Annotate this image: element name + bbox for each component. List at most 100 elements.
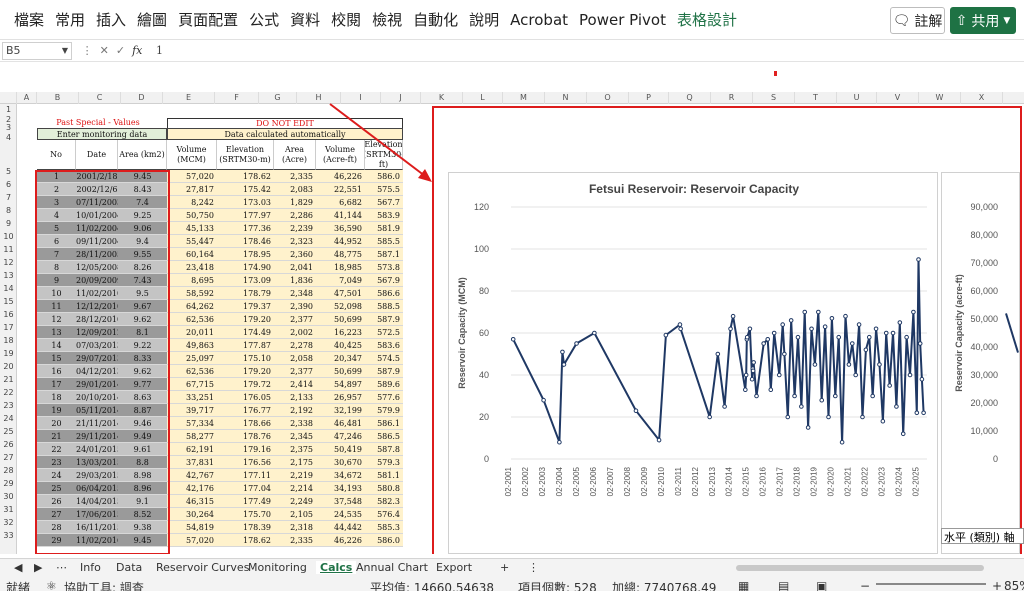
table-cell[interactable]: 8,242: [167, 196, 217, 209]
table-cell[interactable]: 582.3: [365, 495, 403, 508]
table-cell[interactable]: 2,323: [274, 235, 316, 248]
table-cell[interactable]: 50,419: [316, 443, 365, 456]
row-header[interactable]: 6: [0, 179, 17, 191]
column-header[interactable]: B: [37, 92, 79, 104]
row-header[interactable]: 19: [0, 348, 17, 360]
table-cell[interactable]: 46,315: [167, 495, 217, 508]
row-header[interactable]: 10: [0, 231, 17, 243]
page-break-view-icon[interactable]: ▣: [816, 579, 827, 591]
table-cell[interactable]: 587.8: [365, 443, 403, 456]
row-header[interactable]: 30: [0, 491, 17, 503]
row-header[interactable]: 8: [0, 205, 17, 217]
column-header[interactable]: V: [877, 92, 919, 104]
table-cell[interactable]: 2,105: [274, 508, 316, 521]
table-cell[interactable]: 576.4: [365, 508, 403, 521]
normal-view-icon[interactable]: ▦: [738, 579, 749, 591]
table-cell[interactable]: 586.0: [365, 534, 403, 547]
table-cell[interactable]: 2,414: [274, 378, 316, 391]
column-header[interactable]: U: [837, 92, 877, 104]
table-cell[interactable]: 583.6: [365, 339, 403, 352]
table-cell[interactable]: 178.62: [217, 170, 274, 183]
table-cell[interactable]: 37,548: [316, 495, 365, 508]
column-header[interactable]: H: [297, 92, 341, 104]
table-cell[interactable]: 47,501: [316, 287, 365, 300]
tab-insert[interactable]: 插入: [96, 9, 126, 30]
column-header[interactable]: O: [587, 92, 629, 104]
tab-home[interactable]: 常用: [55, 9, 85, 30]
table-cell[interactable]: 575.5: [365, 183, 403, 196]
table-cell[interactable]: 50,699: [316, 313, 365, 326]
column-header[interactable]: I: [341, 92, 381, 104]
capacity-chart-secondary[interactable]: 90,000 80,000 70,000 60,000 50,000 40,000 30,0…: [941, 172, 1020, 554]
table-cell[interactable]: 2,360: [274, 248, 316, 261]
table-cell[interactable]: 579.3: [365, 456, 403, 469]
row-header[interactable]: 12: [0, 257, 17, 269]
table-cell[interactable]: 2,002: [274, 326, 316, 339]
table-cell[interactable]: 44,442: [316, 521, 365, 534]
table-cell[interactable]: 2,239: [274, 222, 316, 235]
tab-help[interactable]: 說明: [469, 9, 499, 30]
table-cell[interactable]: 44,952: [316, 235, 365, 248]
tab-acrobat[interactable]: Acrobat: [510, 11, 568, 29]
table-cell[interactable]: 178.79: [217, 287, 274, 300]
table-cell[interactable]: 7,049: [316, 274, 365, 287]
table-cell[interactable]: 37,831: [167, 456, 217, 469]
table-cell[interactable]: 48,775: [316, 248, 365, 261]
table-cell[interactable]: 55,447: [167, 235, 217, 248]
table-cell[interactable]: 24,535: [316, 508, 365, 521]
sheet-tab-annual-chart[interactable]: Annual Chart: [356, 561, 428, 574]
table-cell[interactable]: 62,191: [167, 443, 217, 456]
table-cell[interactable]: 36,590: [316, 222, 365, 235]
table-cell[interactable]: 67,715: [167, 378, 217, 391]
table-cell[interactable]: 26,957: [316, 391, 365, 404]
table-cell[interactable]: 32,199: [316, 404, 365, 417]
table-cell[interactable]: 46,226: [316, 534, 365, 547]
column-header[interactable]: J: [381, 92, 421, 104]
table-cell[interactable]: 62,536: [167, 313, 217, 326]
table-cell[interactable]: 574.5: [365, 352, 403, 365]
table-cell[interactable]: 2,335: [274, 534, 316, 547]
table-cell[interactable]: 2,338: [274, 417, 316, 430]
row-header[interactable]: 21: [0, 374, 17, 386]
table-cell[interactable]: 1,836: [274, 274, 316, 287]
table-cell[interactable]: 583.9: [365, 209, 403, 222]
table-cell[interactable]: 64,262: [167, 300, 217, 313]
table-cell[interactable]: 2,278: [274, 339, 316, 352]
table-cell[interactable]: 8,695: [167, 274, 217, 287]
column-header[interactable]: L: [463, 92, 503, 104]
table-cell[interactable]: 178.95: [217, 248, 274, 261]
sheet-tab-export[interactable]: Export: [436, 561, 472, 574]
row-header[interactable]: 7: [0, 192, 17, 204]
table-cell[interactable]: 52,098: [316, 300, 365, 313]
tab-view[interactable]: 檢視: [372, 9, 402, 30]
table-cell[interactable]: 34,193: [316, 482, 365, 495]
row-header[interactable]: 16: [0, 309, 17, 321]
table-cell[interactable]: 179.72: [217, 378, 274, 391]
table-cell[interactable]: 33,251: [167, 391, 217, 404]
table-cell[interactable]: 586.1: [365, 417, 403, 430]
row-header[interactable]: 20: [0, 361, 17, 373]
table-cell[interactable]: 2,175: [274, 456, 316, 469]
table-cell[interactable]: 50,699: [316, 365, 365, 378]
table-cell[interactable]: 2,214: [274, 482, 316, 495]
table-cell[interactable]: 54,897: [316, 378, 365, 391]
table-cell[interactable]: 179.37: [217, 300, 274, 313]
row-header[interactable]: 24: [0, 413, 17, 425]
table-cell[interactable]: 62,536: [167, 365, 217, 378]
table-cell[interactable]: 58,277: [167, 430, 217, 443]
column-header[interactable]: X: [961, 92, 1003, 104]
table-cell[interactable]: 585.3: [365, 521, 403, 534]
table-cell[interactable]: 30,670: [316, 456, 365, 469]
sheet-tab-monitoring[interactable]: Monitoring: [248, 561, 307, 574]
table-cell[interactable]: 179.20: [217, 365, 274, 378]
row-header[interactable]: 15: [0, 296, 17, 308]
tab-file[interactable]: 檔案: [14, 9, 44, 30]
tab-page-layout[interactable]: 頁面配置: [178, 9, 238, 30]
table-cell[interactable]: 2,335: [274, 170, 316, 183]
column-header[interactable]: E: [163, 92, 215, 104]
more-icon[interactable]: ⋮: [528, 561, 539, 574]
table-cell[interactable]: 23,418: [167, 261, 217, 274]
table-cell[interactable]: 45,133: [167, 222, 217, 235]
row-header[interactable]: 28: [0, 465, 17, 477]
table-cell[interactable]: 42,176: [167, 482, 217, 495]
